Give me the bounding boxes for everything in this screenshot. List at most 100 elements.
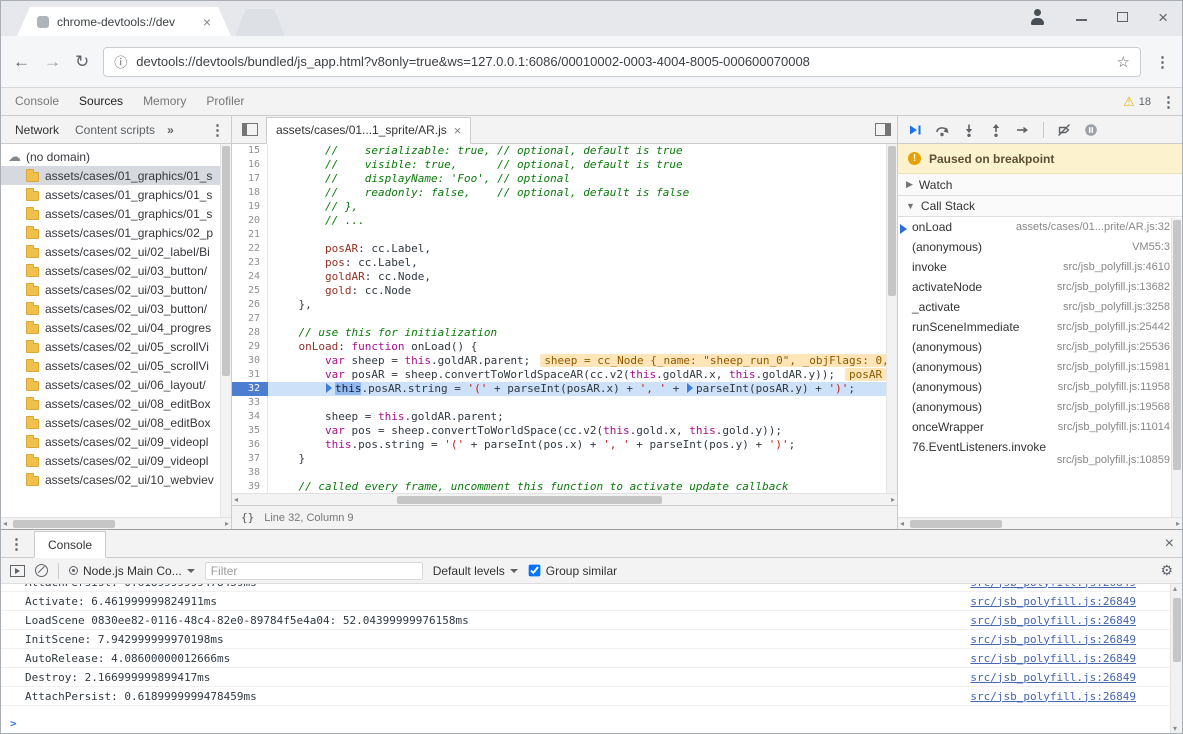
tab-sources[interactable]: Sources xyxy=(69,88,133,115)
line-number[interactable]: 23 xyxy=(232,256,268,270)
navigator-item[interactable]: assets/cases/02_ui/03_button/ xyxy=(1,299,231,318)
step-over-button[interactable] xyxy=(935,123,949,137)
navigator-menu-icon[interactable]: ⋮ xyxy=(210,121,225,139)
console-message-link[interactable]: src/jsb_polyfill.js:26849 xyxy=(970,652,1136,665)
code-line[interactable]: 19 // }, xyxy=(232,200,897,214)
line-number[interactable]: 22 xyxy=(232,242,268,256)
console-vscrollbar-thumb[interactable] xyxy=(1173,598,1181,662)
step-marker-icon[interactable] xyxy=(326,383,332,393)
console-message-link[interactable]: src/jsb_polyfill.js:26849 xyxy=(970,690,1136,703)
editor-hscrollbar-thumb[interactable] xyxy=(397,496,662,504)
tab-close-icon[interactable]: × xyxy=(203,15,211,29)
code-line[interactable]: 27 xyxy=(232,312,897,326)
profile-icon[interactable] xyxy=(1028,8,1046,26)
code-line[interactable]: 26 }, xyxy=(232,298,897,312)
bookmark-star-icon[interactable]: ☆ xyxy=(1117,53,1130,71)
call-stack-frame[interactable]: runSceneImmediatesrc/jsb_polyfill.js:254… xyxy=(898,317,1182,337)
code-line[interactable]: 15 // serializable: true, // optional, d… xyxy=(232,144,897,158)
code-line[interactable]: 24 goldAR: cc.Node, xyxy=(232,270,897,284)
toggle-navigator-icon[interactable] xyxy=(242,123,258,136)
back-icon[interactable]: ← xyxy=(13,53,30,70)
frame-location[interactable]: VM55:3 xyxy=(1132,241,1170,253)
frame-location[interactable]: assets/cases/01...prite/AR.js:32 xyxy=(1016,221,1170,233)
navigator-item[interactable]: assets/cases/02_ui/05_scrollVi xyxy=(1,356,231,375)
minimize-button[interactable] xyxy=(1076,13,1087,21)
frame-location[interactable]: src/jsb_polyfill.js:11014 xyxy=(1058,421,1170,433)
call-stack-frame[interactable]: (anonymous)VM55:3 xyxy=(898,237,1182,257)
code-line[interactable]: 22 posAR: cc.Label, xyxy=(232,242,897,256)
navigator-item[interactable]: assets/cases/02_ui/03_button/ xyxy=(1,280,231,299)
line-number[interactable]: 33 xyxy=(232,396,268,410)
frame-location[interactable]: src/jsb_polyfill.js:3258 xyxy=(1063,301,1170,313)
code-line[interactable]: 39 // called every frame, uncomment this… xyxy=(232,480,897,493)
frame-location[interactable]: src/jsb_polyfill.js:13682 xyxy=(1057,281,1170,293)
frame-location[interactable]: src/jsb_polyfill.js:25536 xyxy=(1057,341,1170,353)
code-line[interactable]: 16 // visible: true, // optional, defaul… xyxy=(232,158,897,172)
url-text[interactable]: devtools://devtools/bundled/js_app.html?… xyxy=(136,54,1107,69)
console-message-link[interactable]: src/jsb_polyfill.js:26849 xyxy=(970,633,1136,646)
code-line[interactable]: 30 var sheep = this.goldAR.parent;sheep … xyxy=(232,354,897,368)
deactivate-breakpoints-button[interactable] xyxy=(1057,123,1071,137)
tab-memory[interactable]: Memory xyxy=(133,88,196,115)
frame-location[interactable]: src/jsb_polyfill.js:19568 xyxy=(1057,401,1170,413)
call-stack-frame[interactable]: _activatesrc/jsb_polyfill.js:3258 xyxy=(898,297,1182,317)
console-message-link[interactable]: src/jsb_polyfill.js:26849 xyxy=(970,584,1136,589)
navigator-item[interactable]: assets/cases/02_ui/09_videopl xyxy=(1,451,231,470)
tab-console[interactable]: Console xyxy=(5,88,69,115)
step-marker-icon[interactable] xyxy=(687,383,693,393)
call-stack-frame[interactable]: (anonymous)src/jsb_polyfill.js:11958 xyxy=(898,377,1182,397)
resume-button[interactable] xyxy=(908,123,922,137)
line-number[interactable]: 31 xyxy=(232,368,268,382)
line-number[interactable]: 24 xyxy=(232,270,268,284)
navigator-root[interactable]: ☁ (no domain) xyxy=(1,147,231,166)
tab-network[interactable]: Network xyxy=(7,123,67,137)
context-selector[interactable]: Node.js Main Co... xyxy=(69,564,195,578)
debugger-hscrollbar-thumb[interactable] xyxy=(910,520,1002,528)
new-tab-button[interactable] xyxy=(235,9,285,36)
toggle-debugger-sidebar-icon[interactable] xyxy=(875,123,891,136)
code-line[interactable]: 25 gold: cc.Node xyxy=(232,284,897,298)
line-number[interactable]: 21 xyxy=(232,228,268,242)
code-line[interactable]: 35 var pos = sheep.convertToWorldSpace(c… xyxy=(232,424,897,438)
more-tabs-icon[interactable]: » xyxy=(163,123,178,137)
console-sidebar-icon[interactable] xyxy=(10,565,25,577)
code-line[interactable]: 28 // use this for initialization xyxy=(232,326,897,340)
console-message-link[interactable]: src/jsb_polyfill.js:26849 xyxy=(970,614,1136,627)
frame-location[interactable]: src/jsb_polyfill.js:25442 xyxy=(1057,321,1170,333)
browser-tab[interactable]: chrome-devtools://dev × xyxy=(17,7,231,36)
line-number[interactable]: 16 xyxy=(232,158,268,172)
pause-on-exceptions-button[interactable] xyxy=(1084,123,1098,137)
line-number[interactable]: 30 xyxy=(232,354,268,368)
window-close-button[interactable]: × xyxy=(1158,9,1168,26)
console-message-link[interactable]: src/jsb_polyfill.js:26849 xyxy=(970,595,1136,608)
watch-section-header[interactable]: ▶ Watch xyxy=(898,174,1182,196)
code-line[interactable]: 23 pos: cc.Label, xyxy=(232,256,897,270)
page-info-icon[interactable]: ⓘ xyxy=(114,52,127,71)
navigator-item[interactable]: assets/cases/02_ui/02_label/Bi xyxy=(1,242,231,261)
navigator-item[interactable]: assets/cases/01_graphics/01_s xyxy=(1,204,231,223)
console-message-link[interactable]: src/jsb_polyfill.js:26849 xyxy=(970,671,1136,684)
tab-content-scripts[interactable]: Content scripts xyxy=(67,123,163,137)
code-line[interactable]: 37 } xyxy=(232,452,897,466)
browser-menu-icon[interactable]: ⋮ xyxy=(1155,53,1170,71)
code-line[interactable]: 33 xyxy=(232,396,897,410)
navigator-item[interactable]: assets/cases/02_ui/10_webviev xyxy=(1,470,231,489)
call-stack-frame[interactable]: onLoadassets/cases/01...prite/AR.js:32 xyxy=(898,217,1182,237)
code-line[interactable]: 21 xyxy=(232,228,897,242)
console-settings-gear-icon[interactable]: ⚙ xyxy=(1160,562,1173,579)
file-tab-close-icon[interactable]: × xyxy=(454,124,462,137)
navigator-item[interactable]: assets/cases/01_graphics/02_p xyxy=(1,223,231,242)
console-filter-input[interactable] xyxy=(205,562,423,580)
navigator-item[interactable]: assets/cases/02_ui/09_videopl xyxy=(1,432,231,451)
call-stack-frame[interactable]: invokesrc/jsb_polyfill.js:4610 xyxy=(898,257,1182,277)
navigator-item[interactable]: assets/cases/01_graphics/01_s xyxy=(1,185,231,204)
log-levels-select[interactable]: Default levels xyxy=(433,564,518,578)
navigator-item[interactable]: assets/cases/02_ui/05_scrollVi xyxy=(1,337,231,356)
navigator-item[interactable]: assets/cases/02_ui/03_button/ xyxy=(1,261,231,280)
frame-location[interactable]: src/jsb_polyfill.js:10859 xyxy=(1057,454,1170,466)
step-button[interactable] xyxy=(1016,123,1030,137)
navigator-vscrollbar[interactable] xyxy=(220,144,231,517)
navigator-vscrollbar-thumb[interactable] xyxy=(222,146,230,376)
code-line[interactable]: 29 onLoad: function onLoad() { xyxy=(232,340,897,354)
console-drawer-tab[interactable]: Console xyxy=(34,531,106,558)
